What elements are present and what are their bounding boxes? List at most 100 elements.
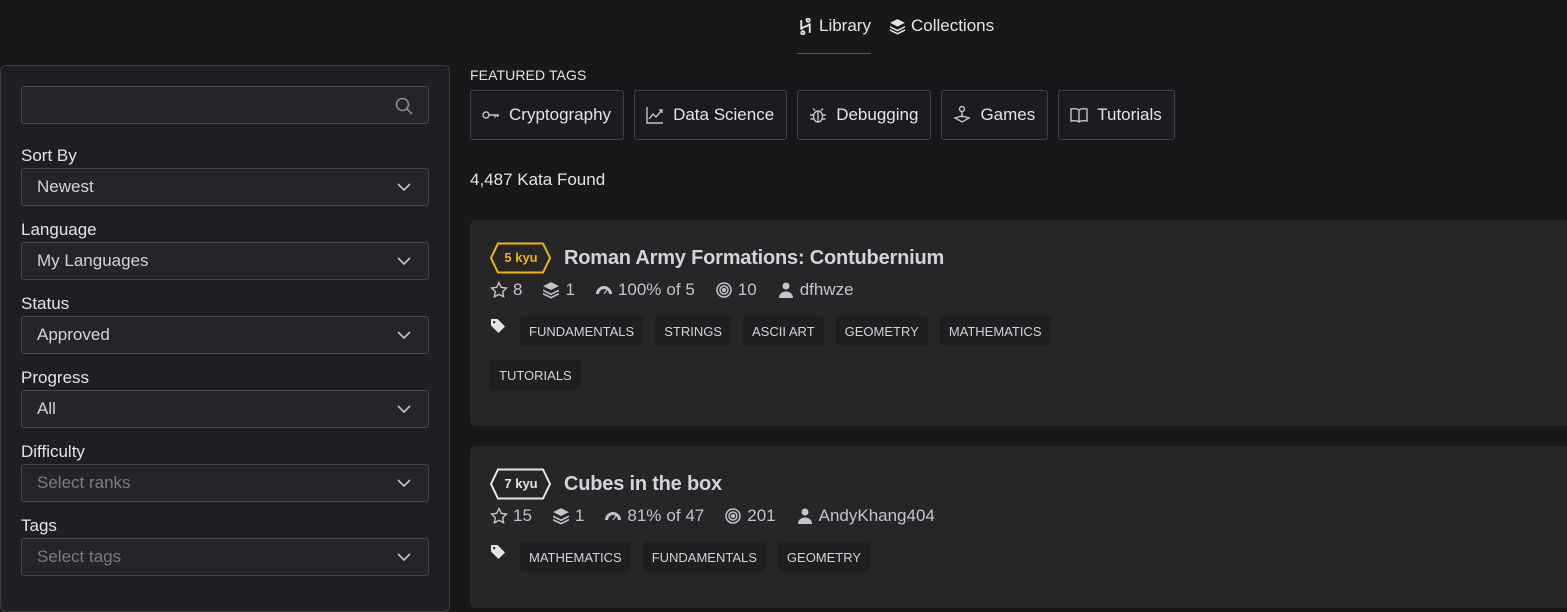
featured-tag-label: Tutorials bbox=[1097, 105, 1162, 124]
select-placeholder: Select ranks bbox=[37, 473, 131, 492]
kata-stats: 15 1 81% of 47 201 AndyKhang404 bbox=[490, 504, 1567, 528]
rank-label: 7 kyu bbox=[504, 476, 538, 491]
status-select[interactable]: Approved bbox=[21, 316, 429, 354]
satisfaction-percent: 100% bbox=[617, 280, 662, 299]
featured-tag-tutorials[interactable]: Tutorials bbox=[1058, 90, 1175, 140]
library-icon bbox=[800, 18, 811, 35]
featured-tag-label: Cryptography bbox=[509, 105, 612, 124]
filter-label: Tags bbox=[21, 516, 57, 535]
tab-collections[interactable]: Collections bbox=[889, 16, 994, 56]
chevron-down-icon bbox=[397, 479, 411, 488]
satisfaction-votes: of 5 bbox=[666, 280, 695, 299]
difficulty-select[interactable]: Select ranks bbox=[21, 464, 429, 502]
featured-tag-debugging[interactable]: Debugging bbox=[797, 90, 932, 140]
satisfaction-votes: of 47 bbox=[666, 506, 705, 525]
user-icon bbox=[797, 508, 812, 524]
rank-badge: 5 kyu bbox=[490, 242, 552, 274]
target-icon bbox=[716, 282, 732, 298]
user-icon bbox=[778, 282, 793, 298]
filter-sort-by: Sort By Newest bbox=[21, 146, 429, 206]
key-icon bbox=[482, 111, 499, 119]
select-value: All bbox=[37, 399, 56, 418]
sort-by-select[interactable]: Newest bbox=[21, 168, 429, 206]
tag[interactable]: STRINGS bbox=[655, 316, 732, 346]
tag[interactable]: FUNDAMENTALS bbox=[520, 316, 644, 346]
tag[interactable]: GEOMETRY bbox=[835, 316, 928, 346]
kata-title-row: 7 kyu Cubes in the box bbox=[490, 467, 1567, 501]
tag[interactable]: ASCII ART bbox=[743, 316, 824, 346]
kata-card: 7 kyu Cubes in the box 15 1 81% of 47 20… bbox=[470, 446, 1567, 608]
chevron-down-icon bbox=[397, 257, 411, 266]
select-placeholder: Select tags bbox=[37, 547, 122, 566]
collections-icon bbox=[553, 508, 569, 525]
completions-stat: 201 bbox=[724, 506, 776, 526]
select-value: Approved bbox=[37, 325, 110, 344]
select-value: Newest bbox=[37, 177, 94, 196]
featured-tag-label: Data Science bbox=[673, 105, 775, 124]
collections-icon bbox=[543, 282, 560, 299]
bug-icon bbox=[810, 108, 827, 123]
tag[interactable]: GEOMETRY bbox=[777, 542, 871, 572]
kata-title-row: 5 kyu Roman Army Formations: Contuberniu… bbox=[490, 241, 1567, 275]
filter-language: Language My Languages bbox=[21, 220, 429, 280]
collections-stat: 1 bbox=[542, 280, 575, 300]
filter-tags: Tags Select tags bbox=[21, 516, 429, 576]
search-input[interactable] bbox=[22, 87, 428, 123]
select-value: My Languages bbox=[37, 251, 149, 270]
tag[interactable]: FUNDAMENTALS bbox=[642, 542, 766, 572]
stars-count: 8 bbox=[513, 280, 523, 299]
featured-tag-cryptography[interactable]: Cryptography bbox=[470, 90, 625, 140]
collections-count: 1 bbox=[574, 506, 585, 525]
filter-label: Progress bbox=[21, 368, 90, 387]
tab-label: Collections bbox=[910, 16, 995, 35]
kata-title[interactable]: Roman Army Formations: Contubernium bbox=[564, 247, 944, 270]
filter-status: Status Approved bbox=[21, 294, 429, 354]
gauge-icon bbox=[605, 512, 622, 521]
star-icon bbox=[490, 281, 508, 299]
tab-library[interactable]: Library bbox=[797, 16, 871, 54]
kata-count: 4,487 Kata Found bbox=[470, 170, 606, 189]
tags-select[interactable]: Select tags bbox=[21, 538, 429, 576]
author-stat[interactable]: dfhwze bbox=[777, 280, 854, 300]
filter-sidebar: Sort By Newest Language My Languages Sta… bbox=[0, 65, 450, 612]
stars-count: 15 bbox=[513, 506, 532, 525]
progress-select[interactable]: All bbox=[21, 390, 429, 428]
tag[interactable]: MATHEMATICS bbox=[939, 316, 1051, 346]
author-name[interactable]: dfhwze bbox=[800, 280, 854, 300]
filter-label: Language bbox=[21, 220, 97, 239]
satisfaction-stat: 100% of 5 bbox=[595, 280, 695, 300]
gauge-icon bbox=[595, 286, 612, 295]
tab-label: Library bbox=[819, 16, 871, 35]
featured-tags: Cryptography Data Science Debugging Game… bbox=[470, 90, 1175, 140]
author-stat[interactable]: AndyKhang404 bbox=[796, 506, 935, 526]
tag[interactable]: TUTORIALS bbox=[490, 360, 581, 390]
author-name[interactable]: AndyKhang404 bbox=[819, 506, 935, 526]
featured-tag-data-science[interactable]: Data Science bbox=[634, 90, 788, 140]
filter-difficulty: Difficulty Select ranks bbox=[21, 442, 429, 502]
chevron-down-icon bbox=[397, 183, 411, 192]
kata-title[interactable]: Cubes in the box bbox=[564, 473, 722, 496]
featured-tag-label: Debugging bbox=[836, 105, 919, 124]
star-icon bbox=[490, 507, 508, 525]
chart-icon bbox=[646, 107, 664, 124]
satisfaction-percent: 81% bbox=[627, 506, 662, 525]
filter-progress: Progress All bbox=[21, 368, 429, 428]
collections-icon bbox=[890, 19, 905, 35]
featured-tag-label: Games bbox=[980, 105, 1036, 124]
search-icon[interactable] bbox=[394, 96, 414, 116]
filter-label: Sort By bbox=[21, 146, 77, 165]
target-icon bbox=[725, 508, 741, 524]
chevron-down-icon bbox=[397, 331, 411, 340]
chevron-down-icon bbox=[397, 553, 411, 562]
featured-tag-games[interactable]: Games bbox=[941, 90, 1049, 140]
satisfaction-stat: 81% of 47 bbox=[604, 506, 704, 526]
language-select[interactable]: My Languages bbox=[21, 242, 429, 280]
completions-stat: 10 bbox=[715, 280, 757, 300]
tag[interactable]: MATHEMATICS bbox=[520, 542, 631, 572]
filter-label: Difficulty bbox=[21, 442, 85, 461]
collections-stat: 1 bbox=[552, 506, 584, 526]
rank-badge: 7 kyu bbox=[490, 468, 552, 500]
completions-count: 201 bbox=[747, 506, 776, 525]
chevron-down-icon bbox=[397, 405, 411, 414]
tag-icon bbox=[491, 319, 505, 333]
